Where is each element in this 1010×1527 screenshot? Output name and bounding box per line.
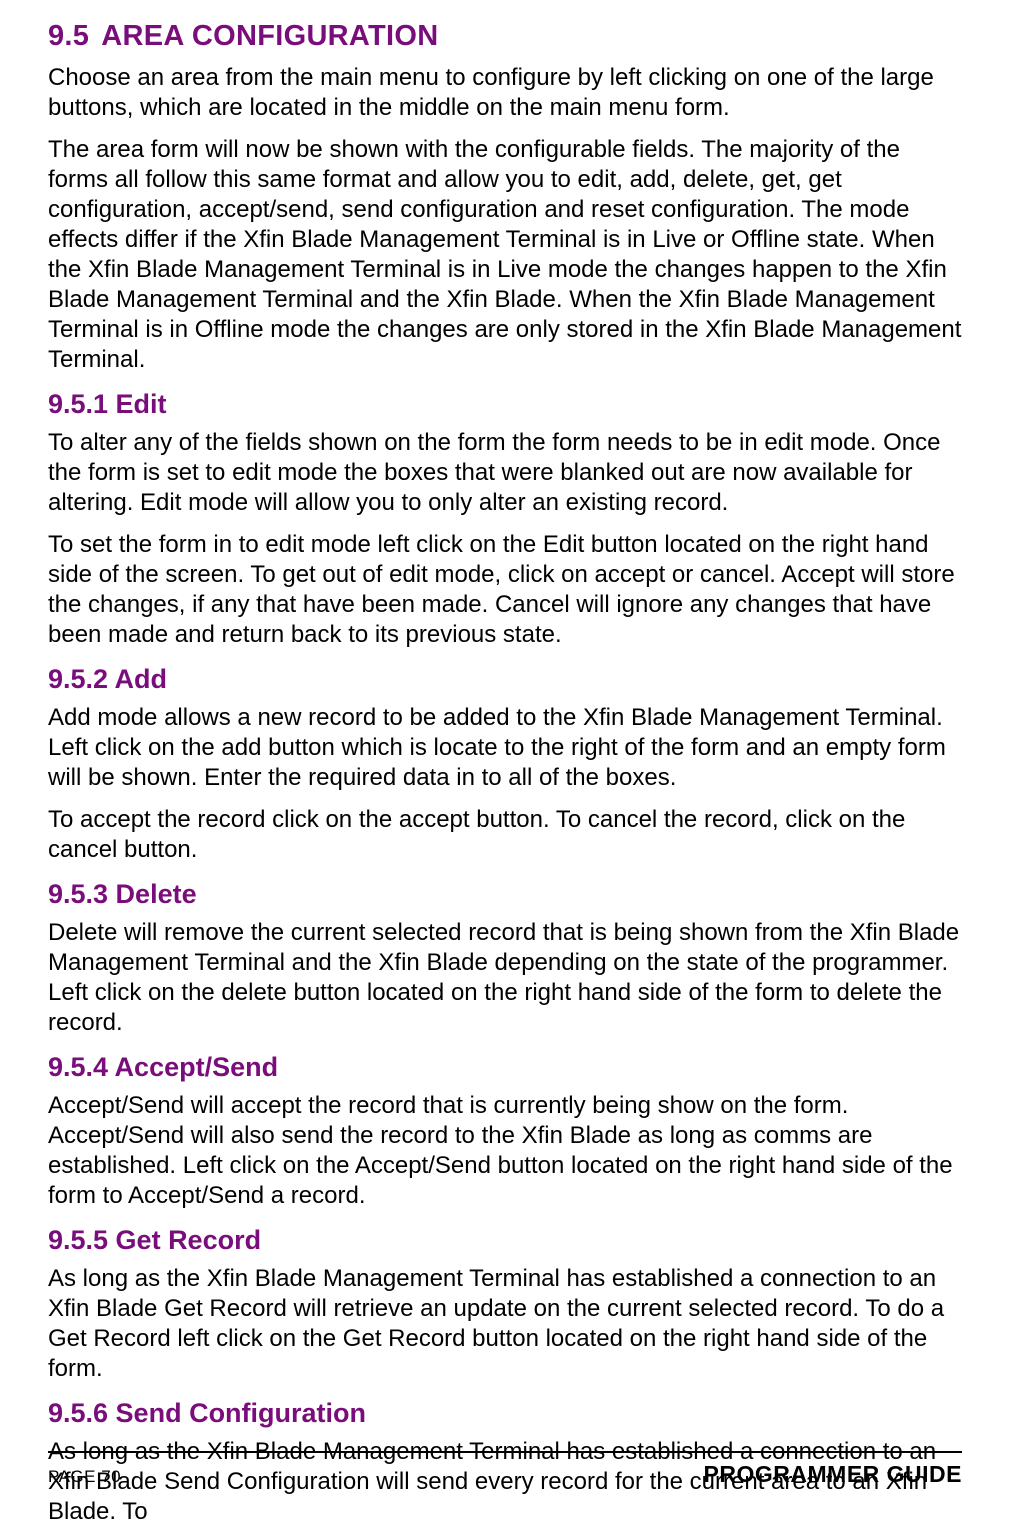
subsection-heading-delete: 9.5.3 Delete [48,879,962,910]
page-footer: PAGE 70 PROGRAMMER GUIDE [48,1451,962,1488]
add-paragraph-2: To accept the record click on the accept… [48,805,962,865]
section-heading: 9.5 AREA CONFIGURATION [48,20,962,53]
accept-send-paragraph-1: Accept/Send will accept the record that … [48,1091,962,1211]
subsection-heading-send-configuration: 9.5.6 Send Configuration [48,1398,962,1429]
get-record-paragraph-1: As long as the Xfin Blade Management Ter… [48,1264,962,1384]
delete-paragraph-1: Delete will remove the current selected … [48,918,962,1038]
subsection-heading-edit: 9.5.1 Edit [48,389,962,420]
footer-page-number: PAGE 70 [48,1467,121,1487]
section-title: AREA CONFIGURATION [101,20,438,52]
subsection-heading-get-record: 9.5.5 Get Record [48,1225,962,1256]
subsection-heading-add: 9.5.2 Add [48,664,962,695]
section-number: 9.5 [48,20,89,52]
add-paragraph-1: Add mode allows a new record to be added… [48,703,962,793]
intro-paragraph-2: The area form will now be shown with the… [48,135,962,375]
intro-paragraph-1: Choose an area from the main menu to con… [48,63,962,123]
edit-paragraph-2: To set the form in to edit mode left cli… [48,530,962,650]
footer-guide-label: PROGRAMMER GUIDE [704,1461,962,1488]
subsection-heading-accept-send: 9.5.4 Accept/Send [48,1052,962,1083]
page-content: 9.5 AREA CONFIGURATION Choose an area fro… [0,0,1010,1527]
edit-paragraph-1: To alter any of the fields shown on the … [48,428,962,518]
